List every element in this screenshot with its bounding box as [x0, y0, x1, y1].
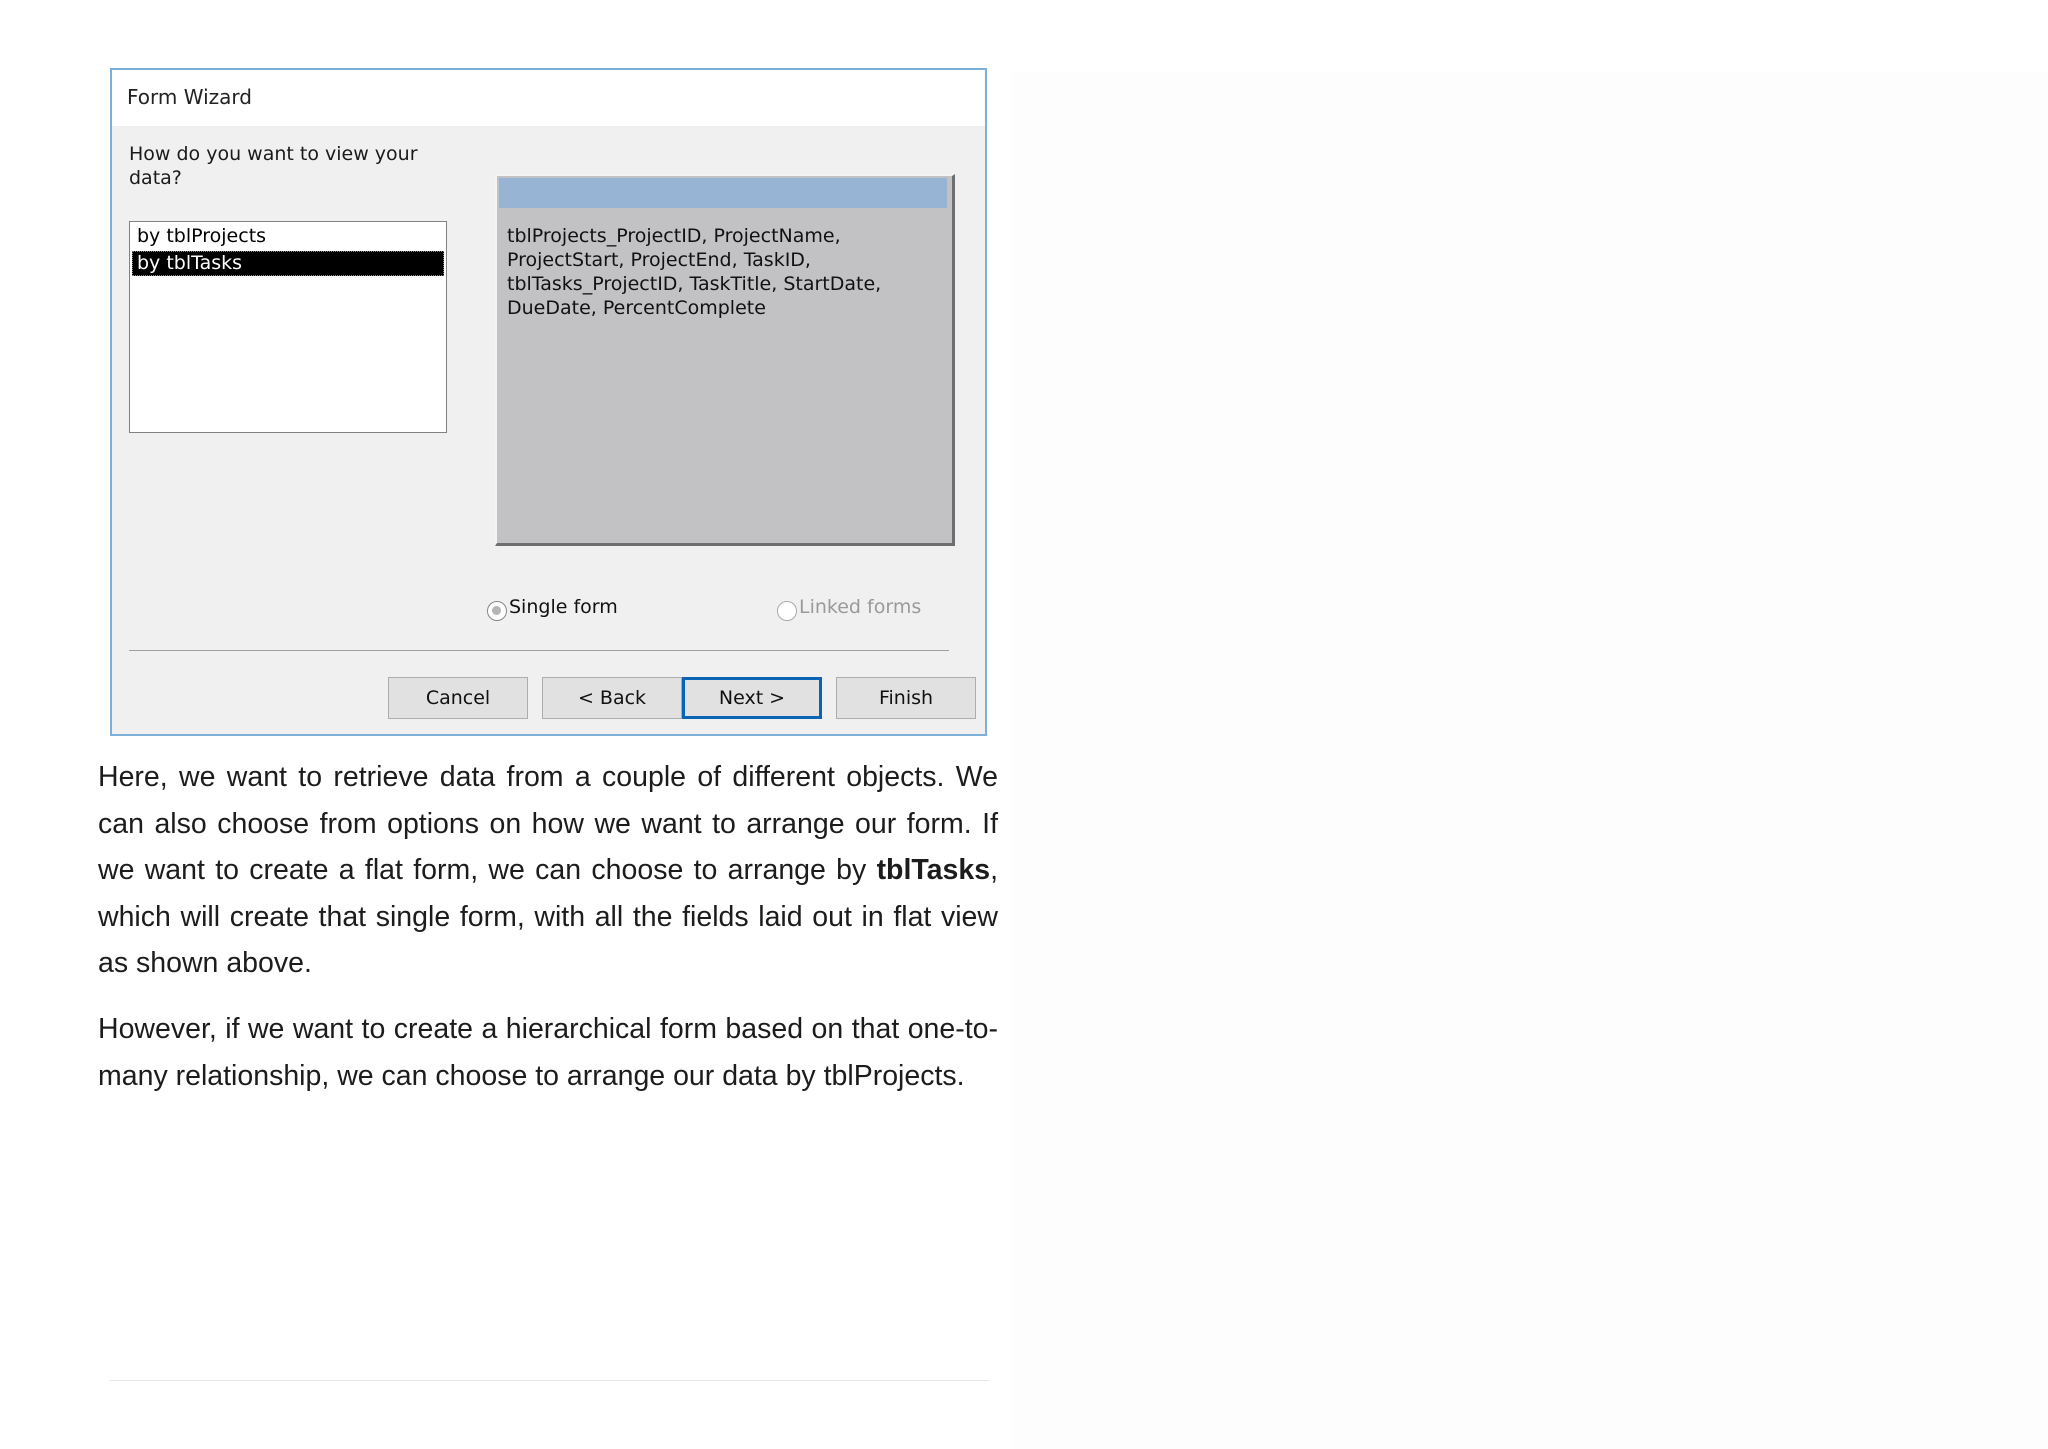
paragraph1-text-start: Here, we want to retrieve data from a co…: [98, 761, 998, 886]
cancel-button[interactable]: Cancel: [388, 677, 528, 719]
view-question-label: How do you want to view your data?: [129, 143, 418, 189]
page-background-panel: [1012, 72, 2048, 1449]
cancel-button-label: Cancel: [425, 687, 491, 709]
form-wizard-dialog: Form Wizard How do you want to view your…: [110, 68, 987, 736]
back-button[interactable]: < Back: [542, 677, 682, 719]
radio-checked-icon: [487, 601, 507, 621]
paragraph1-bold-term: tblTasks: [876, 854, 991, 886]
form-preview-panel: tblProjects_ProjectID, ProjectName, Proj…: [495, 174, 955, 546]
list-item-by-tblprojects[interactable]: by tblProjects: [132, 224, 444, 249]
list-item-by-tbltasks[interactable]: by tblTasks: [132, 251, 444, 276]
finish-button[interactable]: Finish: [836, 677, 976, 719]
linked-forms-label: Linked forms: [799, 596, 922, 618]
view-by-listbox[interactable]: by tblProjects by tblTasks: [129, 221, 447, 433]
back-button-label: < Back: [577, 687, 647, 709]
dialog-title: Form Wizard: [127, 85, 252, 109]
radio-unchecked-icon: [777, 601, 797, 621]
linked-forms-radio: Linked forms: [777, 593, 921, 621]
next-button-label: Next >: [718, 687, 786, 709]
paragraph-arrange-options: Here, we want to retrieve data from a co…: [98, 754, 998, 987]
single-form-label: Single form: [509, 596, 618, 618]
dialog-titlebar: Form Wizard: [112, 70, 985, 126]
paragraph-hierarchical-form: However, if we want to create a hierarch…: [98, 1013, 998, 1092]
next-button[interactable]: Next >: [682, 677, 822, 719]
footer-divider: [110, 1380, 990, 1381]
preview-field-list: tblProjects_ProjectID, ProjectName, Proj…: [507, 225, 882, 319]
preview-header-bar: [499, 178, 947, 208]
dialog-divider: [129, 650, 949, 651]
single-form-radio[interactable]: Single form: [487, 593, 618, 621]
finish-button-label: Finish: [878, 687, 934, 709]
